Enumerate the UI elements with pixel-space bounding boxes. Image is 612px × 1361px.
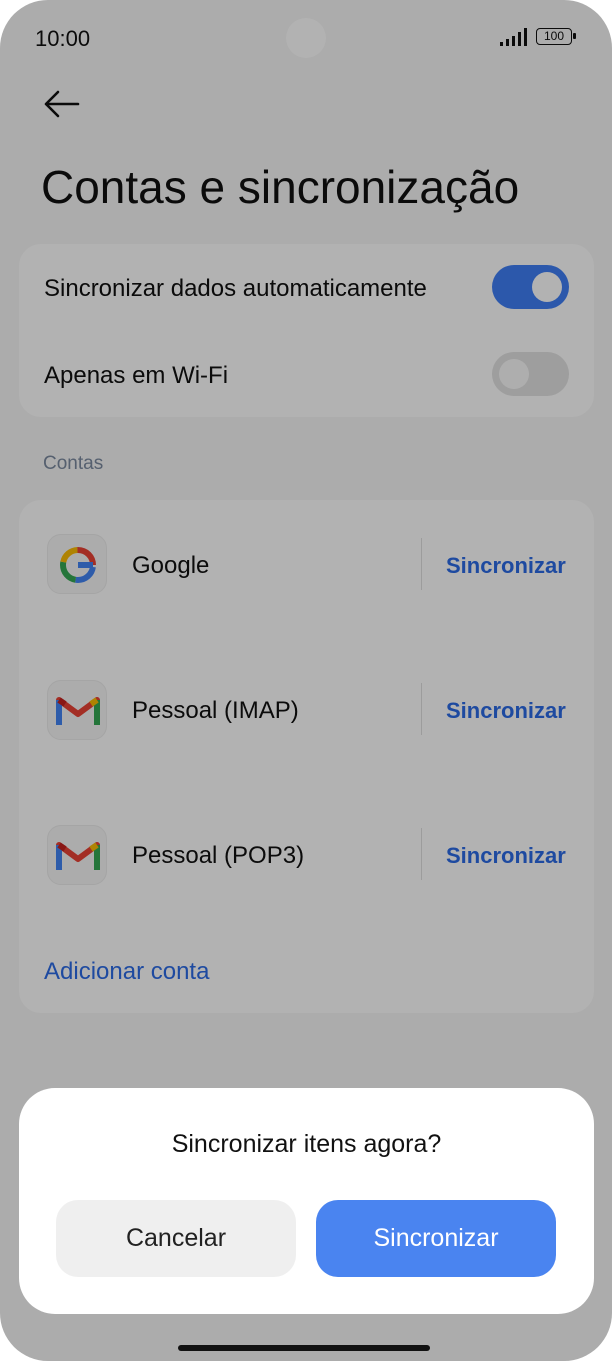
- home-indicator[interactable]: [178, 1345, 430, 1351]
- sync-now-button[interactable]: Sincronizar: [316, 1200, 556, 1277]
- sync-dialog: Sincronizar itens agora? Cancelar Sincro…: [19, 1088, 594, 1314]
- phone-screen: 10:00 100 Contas e sincronização Sincron…: [0, 0, 612, 1361]
- dialog-title: Sincronizar itens agora?: [171, 1130, 442, 1158]
- cancel-button[interactable]: Cancelar: [56, 1200, 296, 1277]
